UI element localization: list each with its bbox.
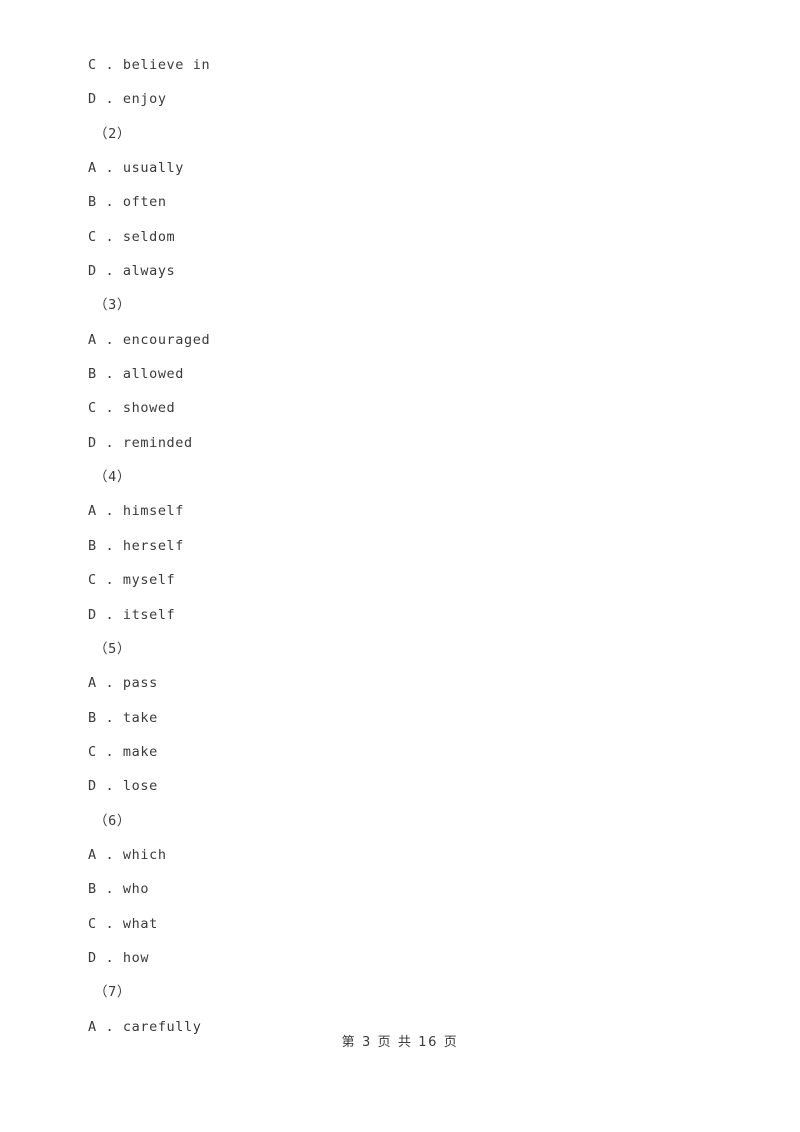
answer-option: C . seldom	[88, 228, 176, 245]
answer-option: D . enjoy	[88, 91, 167, 108]
answer-option: D . how	[88, 949, 150, 966]
answer-option: D . always	[88, 263, 176, 280]
answer-option: B . often	[88, 194, 167, 211]
answer-option: B . herself	[88, 537, 185, 554]
answer-option: D . reminded	[88, 434, 193, 451]
answer-option: D . itself	[88, 606, 176, 623]
answer-option: D . lose	[88, 778, 158, 795]
answer-option: C . believe in	[88, 57, 211, 73]
answer-option: B . take	[88, 709, 158, 726]
question-number: （7）	[94, 984, 131, 1001]
answer-option: A . encouraged	[88, 331, 211, 348]
answer-option: A . himself	[88, 503, 185, 520]
answer-option: A . usually	[88, 160, 185, 177]
question-number: （6）	[94, 812, 131, 829]
question-options-list: C . believe in D . enjoy （2） A . usually B .…	[88, 48, 708, 1044]
question-number: （3）	[94, 297, 131, 314]
answer-option: C . what	[88, 915, 158, 932]
answer-option: A . which	[88, 846, 167, 863]
answer-option: B . allowed	[88, 366, 185, 383]
answer-option: C . showed	[88, 400, 176, 417]
document-page: C . believe in D . enjoy （2） A . usually B .…	[0, 0, 800, 1132]
question-number: （5）	[94, 640, 131, 657]
answer-option: C . myself	[88, 572, 176, 589]
question-number: （4）	[94, 469, 131, 486]
question-number: （2）	[94, 125, 131, 142]
answer-option: A . pass	[88, 675, 158, 692]
answer-option: C . make	[88, 743, 158, 760]
answer-option: B . who	[88, 881, 150, 898]
page-footer: 第 3 页 共 16 页	[341, 1035, 459, 1050]
